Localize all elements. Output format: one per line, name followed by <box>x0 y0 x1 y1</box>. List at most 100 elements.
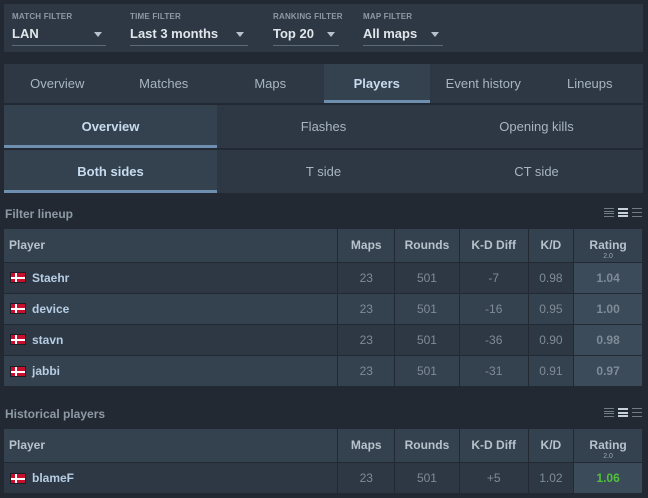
tab-event-history[interactable]: Event history <box>430 64 537 103</box>
sub-tabs: Overview Flashes Opening kills <box>4 105 643 148</box>
kd-diff-cell: -16 <box>459 292 529 324</box>
kd-diff-cell: +5 <box>459 461 529 493</box>
list-wide-icon[interactable] <box>632 408 642 417</box>
list-compact-icon[interactable] <box>604 208 614 217</box>
kd-column-header[interactable]: K/D <box>528 229 575 262</box>
maps-cell: 23 <box>337 323 396 355</box>
rating-version-label: 2.0 <box>603 452 613 460</box>
tab-opening-kills[interactable]: Opening kills <box>430 105 643 148</box>
rounds-cell: 501 <box>394 261 460 293</box>
rating-cell: 1.00 <box>573 292 643 324</box>
player-column-header[interactable]: Player <box>4 229 339 262</box>
view-toggle <box>604 208 642 217</box>
match-filter-select[interactable]: LAN <box>12 22 106 46</box>
tab-t-side[interactable]: T side <box>217 150 430 193</box>
match-filter-label: MATCH FILTER <box>12 12 73 21</box>
tab-ct-side[interactable]: CT side <box>430 150 643 193</box>
tab-overview[interactable]: Overview <box>4 64 111 103</box>
kd-diff-cell: -7 <box>459 261 529 293</box>
player-cell: blameF <box>4 461 339 493</box>
time-filter-label: TIME FILTER <box>130 12 181 21</box>
map-filter-label: MAP FILTER <box>363 12 413 21</box>
historical-stats-table: Player Maps Rounds K-D Diff K/D Rating 2… <box>4 429 643 493</box>
denmark-flag-icon <box>10 365 26 377</box>
list-wide-icon[interactable] <box>632 208 642 217</box>
tab-players[interactable]: Players <box>323 64 430 103</box>
player-name-link[interactable]: blameF <box>32 471 74 485</box>
kd-diff-column-header[interactable]: K-D Diff <box>459 429 529 462</box>
player-cell: stavn <box>4 323 339 355</box>
table-row: stavn 23 501 -36 0.90 0.98 <box>4 323 643 355</box>
maps-cell: 23 <box>337 261 396 293</box>
ranking-filter-label: RANKING FILTER <box>273 12 343 21</box>
rating-header-label: Rating <box>589 238 627 253</box>
main-tabs: Overview Matches Maps Players Event hist… <box>4 64 643 103</box>
table-row: blameF 23 501 +5 1.02 1.06 <box>4 461 643 493</box>
filter-bar: MATCH FILTER LAN TIME FILTER Last 3 mont… <box>4 4 643 52</box>
denmark-flag-icon <box>10 303 26 315</box>
tab-both-sides[interactable]: Both sides <box>4 150 217 193</box>
maps-cell: 23 <box>337 461 396 493</box>
tab-players-overview[interactable]: Overview <box>4 105 217 148</box>
time-filter-select[interactable]: Last 3 months <box>130 22 248 46</box>
rounds-cell: 501 <box>394 292 460 324</box>
player-cell: Staehr <box>4 261 339 293</box>
chevron-down-icon <box>94 32 102 37</box>
table-row: jabbi 23 501 -31 0.91 0.97 <box>4 354 643 386</box>
rating-column-header[interactable]: Rating 2.0 <box>573 229 643 262</box>
table-row: Staehr 23 501 -7 0.98 1.04 <box>4 261 643 293</box>
maps-column-header[interactable]: Maps <box>337 429 396 462</box>
denmark-flag-icon <box>10 472 26 484</box>
rating-version-label: 2.0 <box>603 252 613 260</box>
player-name-link[interactable]: stavn <box>32 333 63 347</box>
time-filter-value: Last 3 months <box>130 26 219 41</box>
rating-cell: 1.04 <box>573 261 643 293</box>
rating-cell: 1.06 <box>573 461 643 493</box>
kd-diff-cell: -31 <box>459 354 529 386</box>
map-filter-select[interactable]: All maps <box>363 22 443 46</box>
rounds-cell: 501 <box>394 323 460 355</box>
rounds-column-header[interactable]: Rounds <box>394 429 460 462</box>
list-compact-icon[interactable] <box>604 408 614 417</box>
kd-column-header[interactable]: K/D <box>528 429 575 462</box>
kd-diff-cell: -36 <box>459 323 529 355</box>
rounds-cell: 501 <box>394 354 460 386</box>
ranking-filter-select[interactable]: Top 20 <box>273 22 339 46</box>
filter-lineup-title: Filter lineup <box>5 207 74 221</box>
kd-cell: 0.91 <box>528 354 575 386</box>
kd-diff-column-header[interactable]: K-D Diff <box>459 229 529 262</box>
tab-matches[interactable]: Matches <box>111 64 218 103</box>
kd-cell: 1.02 <box>528 461 575 493</box>
rating-cell: 0.98 <box>573 323 643 355</box>
side-tabs: Both sides T side CT side <box>4 150 643 193</box>
player-column-header[interactable]: Player <box>4 429 339 462</box>
map-filter-value: All maps <box>363 26 418 41</box>
table-header-row: Player Maps Rounds K-D Diff K/D Rating 2… <box>4 229 643 262</box>
player-name-link[interactable]: Staehr <box>32 271 69 285</box>
match-filter-value: LAN <box>12 26 39 41</box>
list-normal-icon[interactable] <box>618 408 628 417</box>
tab-maps[interactable]: Maps <box>217 64 324 103</box>
maps-column-header[interactable]: Maps <box>337 229 396 262</box>
kd-cell: 0.90 <box>528 323 575 355</box>
player-cell: jabbi <box>4 354 339 386</box>
chevron-down-icon <box>236 32 244 37</box>
maps-cell: 23 <box>337 354 396 386</box>
tab-flashes[interactable]: Flashes <box>217 105 430 148</box>
ranking-filter-value: Top 20 <box>273 26 314 41</box>
player-name-link[interactable]: jabbi <box>32 364 60 378</box>
rating-cell: 0.97 <box>573 354 643 386</box>
chevron-down-icon <box>431 32 439 37</box>
lineup-stats-table: Player Maps Rounds K-D Diff K/D Rating 2… <box>4 229 643 386</box>
rating-header-label: Rating <box>589 438 627 453</box>
denmark-flag-icon <box>10 272 26 284</box>
maps-cell: 23 <box>337 292 396 324</box>
chevron-down-icon <box>327 32 335 37</box>
player-name-link[interactable]: device <box>32 302 69 316</box>
historical-players-title: Historical players <box>5 407 106 421</box>
rounds-column-header[interactable]: Rounds <box>394 229 460 262</box>
list-normal-icon[interactable] <box>618 208 628 217</box>
table-header-row: Player Maps Rounds K-D Diff K/D Rating 2… <box>4 429 643 462</box>
rating-column-header[interactable]: Rating 2.0 <box>573 429 643 462</box>
tab-lineups[interactable]: Lineups <box>537 64 644 103</box>
